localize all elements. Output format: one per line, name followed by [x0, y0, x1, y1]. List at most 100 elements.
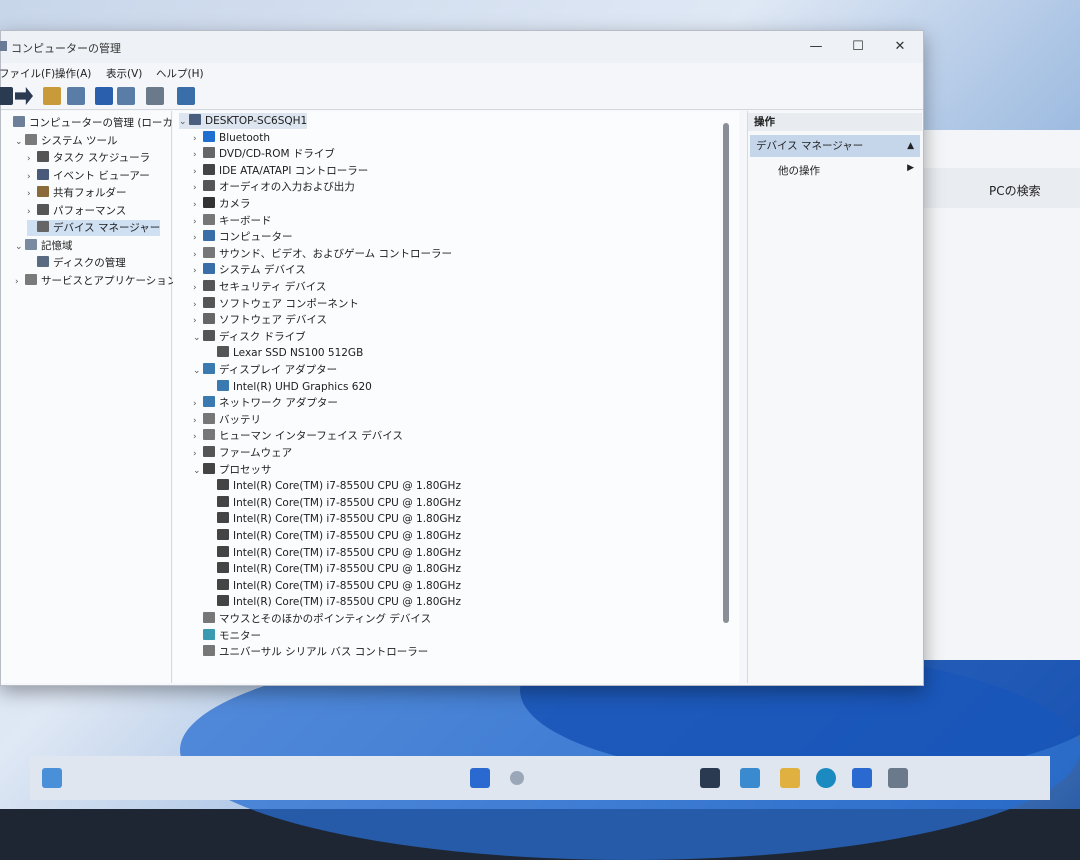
- scan-hardware-icon[interactable]: [146, 87, 164, 105]
- chevron-down-icon[interactable]: ⌄: [179, 114, 189, 130]
- tree-item[interactable]: › カメラ: [193, 196, 251, 212]
- tree-item[interactable]: › セキュリティ デバイス: [193, 279, 326, 295]
- chevron-down-icon[interactable]: ⌄: [15, 134, 25, 150]
- edge-icon[interactable]: [816, 768, 836, 788]
- chevron-right-icon[interactable]: ›: [27, 186, 37, 202]
- tree-item[interactable]: › 共有フォルダー: [27, 185, 127, 201]
- menu-help[interactable]: ヘルプ(H): [156, 66, 204, 81]
- tree-item[interactable]: Intel(R) UHD Graphics 620: [207, 379, 372, 395]
- chevron-right-icon[interactable]: ›: [193, 230, 203, 246]
- tree-item[interactable]: › サウンド、ビデオ、およびゲーム コントローラー: [193, 246, 452, 262]
- chevron-right-icon[interactable]: ›: [193, 280, 203, 296]
- tree-item[interactable]: › Bluetooth: [193, 130, 270, 146]
- menu-action[interactable]: 操作(A): [55, 66, 91, 81]
- tree-item[interactable]: ⌄ ディスプレイ アダプター: [193, 362, 337, 378]
- actions-other-ops[interactable]: 他の操作 ▶: [778, 163, 914, 178]
- back-icon[interactable]: [0, 87, 13, 105]
- vertical-scrollbar[interactable]: [723, 123, 729, 623]
- chevron-right-icon[interactable]: ›: [15, 274, 25, 290]
- tree-item[interactable]: ⌄ プロセッサ: [193, 462, 272, 478]
- tree-item[interactable]: › ネットワーク アダプター: [193, 395, 338, 411]
- tree-item[interactable]: デバイス マネージャー: [27, 220, 161, 236]
- tree-item[interactable]: › タスク スケジューラ: [27, 150, 150, 166]
- device-icon: [217, 595, 229, 607]
- chevron-down-icon[interactable]: ⌄: [15, 239, 25, 255]
- tree-item[interactable]: › ソフトウェア デバイス: [193, 312, 327, 328]
- tree-item[interactable]: Intel(R) Core(TM) i7-8550U CPU @ 1.80GHz: [207, 511, 461, 527]
- console-tree-icon[interactable]: [67, 87, 85, 105]
- tree-item[interactable]: ⌄ ディスク ドライブ: [193, 329, 306, 345]
- forward-icon[interactable]: [15, 87, 33, 105]
- chevron-right-icon[interactable]: ›: [193, 131, 203, 147]
- chevron-right-icon[interactable]: ›: [193, 214, 203, 230]
- widgets-icon[interactable]: [42, 768, 62, 788]
- chevron-right-icon[interactable]: ›: [27, 151, 37, 167]
- tree-item[interactable]: Intel(R) Core(TM) i7-8550U CPU @ 1.80GHz: [207, 561, 461, 577]
- tree-item[interactable]: ユニバーサル シリアル バス コントローラー: [193, 644, 428, 660]
- tree-item[interactable]: › パフォーマンス: [27, 203, 126, 219]
- tree-item[interactable]: マウスとそのほかのポインティング デバイス: [193, 611, 431, 627]
- tree-item[interactable]: › イベント ビューアー: [27, 168, 150, 184]
- chevron-right-icon[interactable]: ›: [193, 147, 203, 163]
- tree-item[interactable]: ⌄ 記憶域: [15, 238, 73, 254]
- chevron-down-icon[interactable]: ⌄: [193, 330, 203, 346]
- tree-item[interactable]: › IDE ATA/ATAPI コントローラー: [193, 163, 368, 179]
- tree-item[interactable]: ディスクの管理: [27, 255, 126, 271]
- tree-item[interactable]: › サービスとアプリケーション: [15, 273, 177, 289]
- menu-file[interactable]: ファイル(F): [0, 66, 55, 81]
- chevron-right-icon[interactable]: ›: [193, 413, 203, 429]
- tree-item[interactable]: Intel(R) Core(TM) i7-8550U CPU @ 1.80GHz: [207, 528, 461, 544]
- chevron-right-icon[interactable]: ›: [193, 180, 203, 196]
- actions-device-manager[interactable]: デバイス マネージャー ▲: [750, 135, 920, 157]
- menu-view[interactable]: 表示(V): [106, 66, 142, 81]
- task-view-icon[interactable]: [700, 768, 720, 788]
- folder-up-icon[interactable]: [43, 87, 61, 105]
- chevron-right-icon[interactable]: ›: [193, 297, 203, 313]
- chevron-right-icon[interactable]: ›: [193, 313, 203, 329]
- tree-item[interactable]: モニター: [193, 628, 261, 644]
- search-icon[interactable]: [510, 771, 524, 785]
- tree-item[interactable]: ⌄ システム ツール: [15, 133, 118, 149]
- chevron-right-icon[interactable]: ›: [193, 446, 203, 462]
- tree-item[interactable]: › キーボード: [193, 213, 272, 229]
- tree-item[interactable]: Intel(R) Core(TM) i7-8550U CPU @ 1.80GHz: [207, 545, 461, 561]
- tree-item[interactable]: › ソフトウェア コンポーネント: [193, 296, 359, 312]
- explorer-icon[interactable]: [780, 768, 800, 788]
- tree-item[interactable]: コンピューターの管理 (ローカル): [3, 115, 188, 131]
- chevron-right-icon[interactable]: ›: [193, 429, 203, 445]
- chevron-right-icon[interactable]: ›: [27, 169, 37, 185]
- chevron-right-icon[interactable]: ›: [193, 247, 203, 263]
- minimize-button[interactable]: —: [801, 37, 831, 57]
- chevron-right-icon[interactable]: ›: [193, 197, 203, 213]
- tree-item[interactable]: Lexar SSD NS100 512GB: [207, 345, 363, 361]
- chevron-right-icon[interactable]: ›: [27, 204, 37, 220]
- properties-icon[interactable]: [117, 87, 135, 105]
- chevron-down-icon[interactable]: ⌄: [193, 463, 203, 479]
- maximize-button[interactable]: ☐: [843, 37, 873, 57]
- monitor-icon[interactable]: [177, 87, 195, 105]
- tree-item[interactable]: Intel(R) Core(TM) i7-8550U CPU @ 1.80GHz: [207, 495, 461, 511]
- chevron-right-icon[interactable]: ›: [193, 396, 203, 412]
- tree-item[interactable]: › バッテリ: [193, 412, 261, 428]
- tree-item[interactable]: › DVD/CD-ROM ドライブ: [193, 146, 335, 162]
- tree-item[interactable]: › オーディオの入力および出力: [193, 179, 355, 195]
- tree-item[interactable]: › コンピューター: [193, 229, 293, 245]
- chevron-right-icon[interactable]: ›: [193, 164, 203, 180]
- close-button[interactable]: ✕: [885, 37, 915, 57]
- chevron-right-icon[interactable]: ›: [193, 263, 203, 279]
- tree-item[interactable]: Intel(R) Core(TM) i7-8550U CPU @ 1.80GHz: [207, 594, 461, 610]
- tree-item[interactable]: › システム デバイス: [193, 262, 306, 278]
- start-icon[interactable]: [470, 768, 490, 788]
- tree-item[interactable]: Intel(R) Core(TM) i7-8550U CPU @ 1.80GHz: [207, 478, 461, 494]
- help-icon[interactable]: [95, 87, 113, 105]
- tree-item[interactable]: Intel(R) Core(TM) i7-8550U CPU @ 1.80GHz: [207, 578, 461, 594]
- tree-item[interactable]: › ファームウェア: [193, 445, 292, 461]
- chevron-down-icon[interactable]: ⌄: [193, 363, 203, 379]
- pc-search-label[interactable]: PCの検索: [989, 182, 1041, 199]
- tree-item[interactable]: ⌄ DESKTOP-SC6SQH1: [179, 113, 308, 130]
- tree-item[interactable]: › ヒューマン インターフェイス デバイス: [193, 428, 403, 444]
- device-manager-taskbar-icon[interactable]: [888, 768, 908, 788]
- collapse-arrow-icon[interactable]: ▲: [907, 135, 914, 157]
- chat-icon[interactable]: [740, 768, 760, 788]
- store-icon[interactable]: [852, 768, 872, 788]
